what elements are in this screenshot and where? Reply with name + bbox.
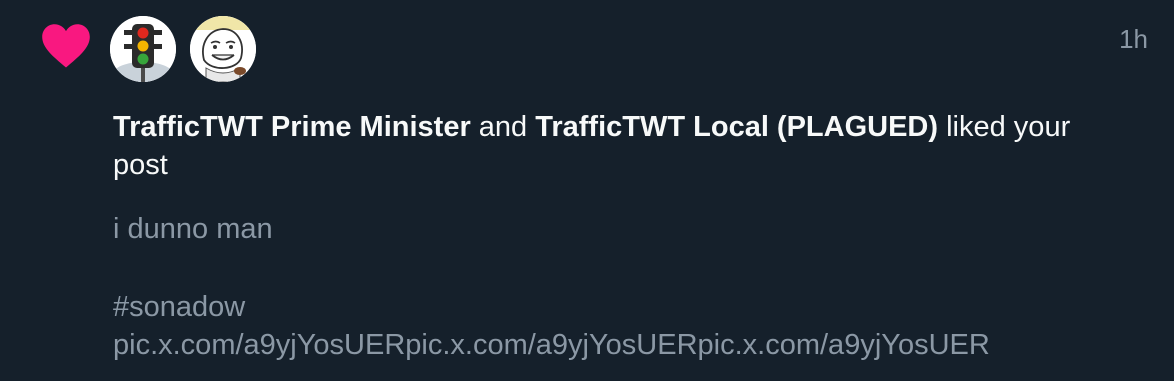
notification-headline: TrafficTWT Prime Minister and TrafficTWT…: [113, 108, 1113, 184]
post-preview-hashtag: #sonadow: [113, 291, 246, 323]
meme-face-icon: [190, 16, 256, 82]
post-preview-text: i dunno man: [113, 213, 273, 245]
heart-icon: [42, 24, 90, 68]
meme-face-avatar[interactable]: [190, 16, 256, 82]
post-preview[interactable]: i dunno man #sonadow pic.x.com/a9yjYosUE…: [113, 210, 1113, 364]
traffic-light-avatar[interactable]: [110, 16, 176, 82]
timestamp[interactable]: 1h: [1119, 24, 1148, 55]
post-preview-spacer: [113, 248, 1113, 288]
liker-name-1[interactable]: TrafficTWT Prime Minister: [113, 111, 471, 143]
liker-avatars: [110, 16, 256, 82]
notification-content: TrafficTWT Prime Minister and TrafficTWT…: [113, 108, 1113, 364]
traffic-light-icon: [110, 16, 176, 82]
post-preview-links: pic.x.com/a9yjYosUERpic.x.com/a9yjYosUER…: [113, 329, 990, 361]
connector-text: and: [478, 111, 528, 143]
liker-name-2[interactable]: TrafficTWT Local (PLAGUED): [535, 111, 938, 143]
like-notification[interactable]: 1h TrafficTWT Prime Minister and Traffic…: [0, 0, 1174, 381]
